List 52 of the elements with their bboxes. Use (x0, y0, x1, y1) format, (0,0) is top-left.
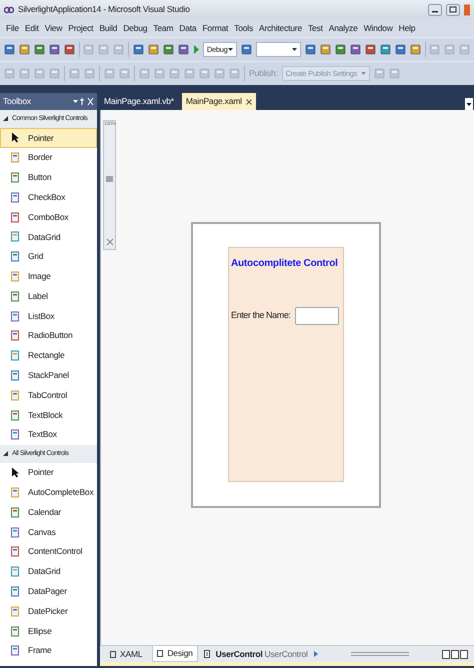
toolbox-item[interactable]: Label (0, 286, 97, 306)
toolbox-item[interactable]: ContentControl (0, 542, 97, 562)
menu-item[interactable]: Debug (120, 22, 150, 34)
view-tab[interactable]: XAML (106, 646, 146, 662)
publish-label: Publish: (249, 67, 278, 80)
breadcrumb-name[interactable]: UserControl (264, 648, 308, 660)
toolbox-item[interactable]: StackPanel (0, 366, 97, 386)
menu-item[interactable]: Data (176, 22, 200, 34)
toolbox-item[interactable]: TextBox (0, 424, 97, 445)
menu-item[interactable]: Format (199, 22, 232, 34)
toolbox-item[interactable]: Grid (0, 246, 97, 267)
toolbox-item[interactable]: Ellipse (0, 621, 97, 641)
menu-item[interactable]: Build (96, 22, 120, 34)
menu-item[interactable]: View (42, 22, 66, 34)
view-tab[interactable]: Design (152, 646, 198, 662)
menu-item[interactable]: Tools (231, 22, 256, 34)
toolbox-item[interactable]: TabControl (0, 385, 97, 406)
toolbox-item[interactable]: Canvas (0, 522, 97, 542)
toolbox-item[interactable]: Pointer (0, 462, 97, 483)
heading-text: Autocomplitete Control (231, 257, 339, 271)
toolbox-item[interactable]: DataPager (0, 582, 97, 602)
document-tab[interactable]: MainPage.xaml (182, 93, 256, 110)
menu-item[interactable]: Project (65, 22, 96, 34)
toolbox-item[interactable]: Image (0, 266, 97, 286)
field-label: Enter the Name: (231, 309, 291, 322)
toolbox-item[interactable]: Rectangle (0, 346, 97, 366)
toolbox-item[interactable]: Frame (0, 640, 97, 661)
toolbox-item[interactable]: ListBox (0, 306, 97, 326)
menu-item[interactable]: Window (360, 22, 396, 34)
toolbox-item[interactable]: Button (0, 168, 97, 188)
menu-item[interactable]: Test (304, 22, 326, 34)
toolbox-item[interactable]: RadioButton (0, 326, 97, 346)
menu-item[interactable]: Team (150, 22, 176, 34)
toolbox-title: Toolbox (3, 95, 31, 108)
toolbox-item[interactable]: Border (0, 148, 97, 168)
toolbox-item[interactable]: CheckBox (0, 187, 97, 208)
menu-item[interactable]: Analyze (326, 22, 361, 34)
toolbox-item[interactable]: DataGrid (0, 226, 97, 247)
toolbox-item[interactable]: AutoCompleteBox (0, 482, 97, 502)
toolbox-item[interactable]: Calendar (0, 502, 97, 522)
toolbox-item[interactable]: Pointer (0, 128, 97, 148)
menu-item[interactable]: Edit (22, 22, 42, 34)
toolbox-item[interactable]: TextBlock (0, 405, 97, 425)
toolbox-item[interactable]: ComboBox (0, 207, 97, 227)
menu-item[interactable]: Architecture (256, 22, 305, 34)
breadcrumb-element[interactable]: UserControl (216, 648, 263, 660)
toolbox-item[interactable]: DatePicker (0, 601, 97, 622)
document-tab[interactable]: MainPage.xaml.vb* (100, 93, 178, 110)
menu-item[interactable]: Help (396, 22, 418, 34)
window-title: SilverlightApplication14 - Microsoft Visual Studio (18, 3, 190, 16)
menu-item[interactable]: File (3, 22, 22, 34)
toolbox-item[interactable]: DataGrid (0, 562, 97, 582)
